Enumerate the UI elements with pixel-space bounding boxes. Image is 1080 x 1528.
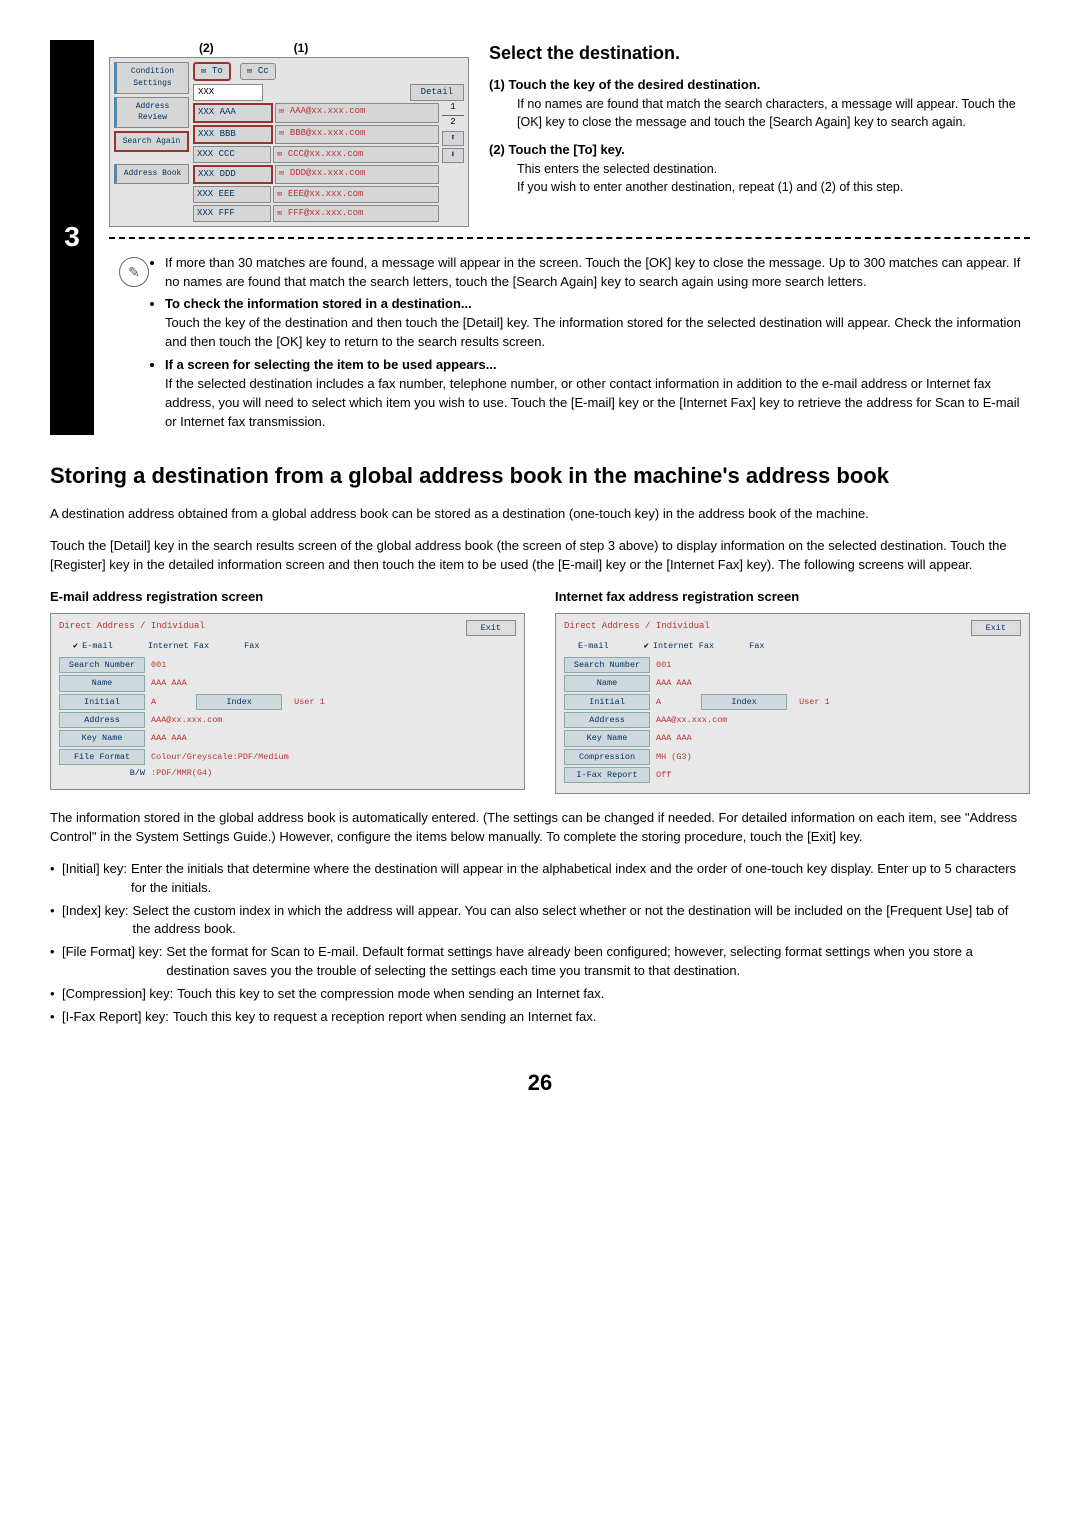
pencil-icon: ✎ [119,257,149,287]
dest-key[interactable]: XXX DDD [193,165,273,184]
compression-key[interactable]: Compression [564,749,650,765]
dest-key[interactable]: XXX BBB [193,125,273,144]
fax-tab[interactable]: Fax [230,639,273,653]
initial-key-label: [Initial] key: [62,860,127,898]
ifax-tab[interactable]: Internet Fax [134,639,223,653]
screenshot-column: (2) (1) Condition Settings Address Revie… [109,40,469,227]
breadcrumb: Direct Address / Individual [564,621,710,631]
index-key-label: [Index] key: [62,902,128,940]
dest-key[interactable]: XXX FFF [193,205,271,222]
search-text: XXX [193,84,263,101]
initial-key[interactable]: Initial [59,694,145,710]
detail-button[interactable]: Detail [410,84,464,101]
callout-1: (1) [294,40,309,57]
dest-mail: ✉ FFF@xx.xxx.com [273,205,439,222]
search-number-key[interactable]: Search Number [59,657,145,673]
address-review-tab[interactable]: Address Review [114,97,189,128]
dest-mail: ✉ EEE@xx.xxx.com [273,186,439,203]
address-book-tab[interactable]: Address Book [114,164,189,184]
cc-key[interactable]: ✉ Cc [240,63,276,80]
step-number-bar: 3 [50,40,94,435]
dest-mail: ✉ BBB@xx.xxx.com [275,125,439,144]
dest-mail: ✉ CCC@xx.xxx.com [273,146,439,163]
exit-button[interactable]: Exit [971,620,1021,636]
note-3: If a screen for selecting the item to be… [165,356,1030,431]
dest-key[interactable]: XXX AAA [193,103,273,122]
breadcrumb: Direct Address / Individual [59,621,205,631]
email-reg-screen: Direct Address / Individual Exit ✔E-mail… [50,613,525,791]
condition-settings-tab[interactable]: Condition Settings [114,62,189,93]
step-3-block: 3 (2) (1) Condition Settings Address Rev… [50,40,1030,435]
page-denominator: 2 [442,115,464,129]
storing-p2: Touch the [Detail] key in the search res… [50,537,1030,575]
keyname-key[interactable]: Key Name [564,730,650,746]
callout-2: (2) [199,40,214,57]
page-number: 26 [50,1067,1030,1099]
ifax-reg-title: Internet fax address registration screen [555,588,1030,607]
email-tab[interactable]: ✔E-mail [59,639,127,653]
step-1-label: (1) [489,77,505,92]
notes-block: ✎ If more than 30 matches are found, a m… [109,249,1030,436]
email-tab[interactable]: E-mail [564,639,623,653]
to-key[interactable]: ✉ To [193,62,231,81]
instruction-column: Select the destination. (1) Touch the ke… [469,40,1030,227]
search-number-key[interactable]: Search Number [564,657,650,673]
address-key[interactable]: Address [564,712,650,728]
ifax-report-key[interactable]: I-Fax Report [564,767,650,783]
ifax-reg-column: Internet fax address registration screen… [555,588,1030,794]
email-reg-title: E-mail address registration screen [50,588,525,607]
step-1-body: If no names are found that match the sea… [517,95,1030,131]
note-2: To check the information stored in a des… [165,295,1030,352]
fax-tab[interactable]: Fax [735,639,778,653]
file-format-key-label: [File Format] key: [62,943,162,981]
ifax-reg-screen: Direct Address / Individual Exit E-mail … [555,613,1030,795]
storing-p1: A destination address obtained from a gl… [50,505,1030,524]
index-key[interactable]: Index [196,694,282,710]
step-2-body1: This enters the selected destination. [517,160,1030,178]
dest-key[interactable]: XXX EEE [193,186,271,203]
index-key[interactable]: Index [701,694,787,710]
ifax-report-key-label: [I-Fax Report] key: [62,1008,169,1027]
dest-mail: ✉ AAA@xx.xxx.com [275,103,439,122]
step-content: (2) (1) Condition Settings Address Revie… [94,40,1030,435]
name-key[interactable]: Name [59,675,145,691]
search-again-tab[interactable]: Search Again [114,131,189,153]
instruction-title: Select the destination. [489,40,1030,66]
step-1-head: Touch the key of the desired destination… [509,77,761,92]
manual-keys-list: •[Initial] key:Enter the initials that d… [50,860,1030,1027]
storing-title: Storing a destination from a global addr… [50,460,1030,492]
step-number: 3 [64,217,80,258]
exit-button[interactable]: Exit [466,620,516,636]
step-2-head: Touch the [To] key. [509,142,625,157]
email-reg-column: E-mail address registration screen Direc… [50,588,555,794]
page-numerator: 1 [442,101,464,114]
after-paragraph: The information stored in the global add… [50,809,1030,847]
initial-key[interactable]: Initial [564,694,650,710]
search-results-screen: Condition Settings Address Review Search… [109,57,469,226]
note-1: If more than 30 matches are found, a mes… [165,254,1030,292]
page-up-button[interactable]: ⬆ [442,131,464,146]
step-2-body2: If you wish to enter another destination… [517,178,1030,196]
keyname-key[interactable]: Key Name [59,730,145,746]
dashed-divider [109,237,1030,239]
address-key[interactable]: Address [59,712,145,728]
name-key[interactable]: Name [564,675,650,691]
dest-mail: ✉ DDD@xx.xxx.com [275,165,439,184]
step-2-label: (2) [489,142,505,157]
dest-key[interactable]: XXX CCC [193,146,271,163]
compression-key-label: [Compression] key: [62,985,173,1004]
page-down-button[interactable]: ⬇ [442,148,464,163]
ifax-tab[interactable]: ✔Internet Fax [630,639,728,653]
file-format-key[interactable]: File Format [59,749,145,765]
